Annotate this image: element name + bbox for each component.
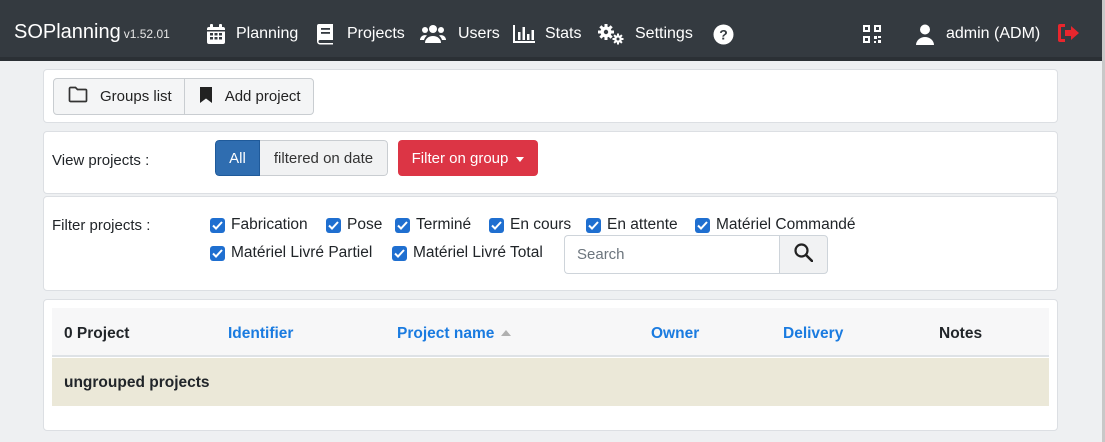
qrcode-button[interactable]	[863, 22, 881, 46]
status-checkbox-materiel-commande[interactable]: Matériel Commandé	[695, 216, 856, 234]
sort-ascending-icon	[501, 330, 512, 336]
nav-projects-label[interactable]: Projects	[347, 25, 405, 43]
status-label: Fabrication	[231, 216, 308, 233]
qrcode-icon	[863, 24, 881, 44]
status-checkbox-en-cours[interactable]: En cours	[489, 216, 571, 234]
sign-out-icon	[1057, 24, 1081, 48]
toolbar-card: Groups list Add project	[43, 69, 1058, 123]
search-button[interactable]	[779, 235, 828, 274]
column-header-delivery[interactable]: Delivery	[783, 325, 843, 343]
status-label: Terminé	[416, 216, 472, 233]
nav-projects[interactable]: Projects	[316, 22, 405, 46]
status-checkbox-pose[interactable]: Pose	[326, 216, 382, 234]
user-label[interactable]: admin (ADM)	[946, 25, 1040, 43]
nav-planning-label[interactable]: Planning	[236, 25, 298, 43]
folder-icon	[68, 86, 100, 107]
gears-icon	[597, 23, 625, 45]
search-group	[564, 235, 828, 274]
brand[interactable]: SOPlanning v1.52.01	[14, 21, 170, 44]
add-project-button[interactable]: Add project	[183, 79, 313, 114]
svg-text:?: ?	[719, 26, 728, 42]
checkbox-checked-icon[interactable]	[210, 217, 225, 233]
nav-planning[interactable]: Planning	[206, 22, 298, 46]
checkbox-checked-icon[interactable]	[326, 217, 341, 233]
view-filtered-on-date-button[interactable]: filtered on date	[260, 140, 388, 176]
view-all-button[interactable]: All	[215, 140, 260, 176]
toolbar-button-group: Groups list Add project	[53, 78, 314, 115]
status-label: Matériel Commandé	[716, 216, 856, 233]
status-checkbox-en-attente[interactable]: En attente	[586, 216, 678, 234]
view-projects-card: View projects : All filtered on date Fil…	[43, 131, 1058, 194]
checkbox-checked-icon[interactable]	[395, 217, 410, 233]
column-header-notes: Notes	[939, 325, 983, 342]
nav-users[interactable]: Users	[420, 22, 500, 46]
bar-chart-icon	[513, 24, 535, 44]
group-row: ungrouped projects	[52, 358, 1049, 406]
status-checkbox-fabrication[interactable]: Fabrication	[210, 216, 308, 234]
status-checkbox-materiel-livre-total[interactable]: Matériel Livré Total	[392, 244, 543, 262]
checkbox-checked-icon[interactable]	[489, 217, 504, 233]
filter-on-group-label: Filter on group	[411, 149, 509, 167]
nav-stats[interactable]: Stats	[513, 22, 581, 46]
users-icon	[420, 24, 446, 44]
bookmark-icon	[199, 86, 225, 108]
checkbox-checked-icon[interactable]	[586, 217, 601, 233]
project-count: 0 Project	[64, 325, 130, 342]
version-label: v1.52.01	[123, 27, 170, 41]
calendar-icon	[206, 23, 226, 45]
status-checkbox-termine[interactable]: Terminé	[395, 216, 471, 234]
group-label: ungrouped projects	[64, 374, 210, 391]
groups-list-label: Groups list	[100, 88, 172, 105]
view-mode-toggle: All filtered on date	[215, 140, 388, 176]
brand-name[interactable]: SOPlanning	[14, 21, 121, 43]
table-header: 0 Project Identifier Project name Owner …	[52, 308, 1049, 357]
filter-on-group-dropdown[interactable]: Filter on group	[398, 140, 538, 176]
book-icon	[316, 23, 334, 45]
status-label: Matériel Livré Total	[413, 244, 543, 261]
filter-projects-label: Filter projects :	[52, 217, 151, 234]
search-input[interactable]	[564, 235, 779, 274]
view-projects-label: View projects :	[52, 152, 150, 169]
question-circle-icon: ?	[713, 24, 734, 45]
nav-users-label[interactable]: Users	[458, 25, 500, 43]
nav-settings-label[interactable]: Settings	[635, 25, 693, 43]
help-button[interactable]: ?	[713, 22, 734, 46]
projects-table-card: 0 Project Identifier Project name Owner …	[43, 299, 1058, 431]
column-header-project-name[interactable]: Project name	[397, 325, 512, 343]
user-icon	[916, 24, 934, 45]
groups-list-button[interactable]: Groups list	[54, 79, 184, 114]
top-navbar: SOPlanning v1.52.01 Planning Projects Use…	[0, 0, 1105, 61]
caret-down-icon	[516, 156, 525, 162]
filter-projects-card: Filter projects : Fabrication Pose Termi…	[43, 196, 1058, 291]
user-menu[interactable]: admin (ADM)	[916, 22, 1040, 46]
checkbox-checked-icon[interactable]	[210, 245, 225, 261]
add-project-label: Add project	[224, 88, 301, 105]
column-header-identifier[interactable]: Identifier	[228, 325, 293, 343]
status-label: En cours	[510, 216, 572, 233]
status-label: Pose	[347, 216, 383, 233]
status-label: Matériel Livré Partiel	[231, 244, 373, 261]
nav-settings[interactable]: Settings	[597, 22, 693, 46]
status-checkbox-materiel-livre-partiel[interactable]: Matériel Livré Partiel	[210, 244, 372, 262]
checkbox-checked-icon[interactable]	[392, 245, 407, 261]
column-header-project-name-label: Project name	[397, 325, 495, 342]
column-header-owner[interactable]: Owner	[651, 325, 699, 343]
checkbox-checked-icon[interactable]	[695, 217, 710, 233]
nav-stats-label[interactable]: Stats	[545, 25, 581, 43]
search-icon	[794, 243, 814, 266]
logout-button[interactable]	[1057, 22, 1081, 48]
status-label: En attente	[607, 216, 678, 233]
